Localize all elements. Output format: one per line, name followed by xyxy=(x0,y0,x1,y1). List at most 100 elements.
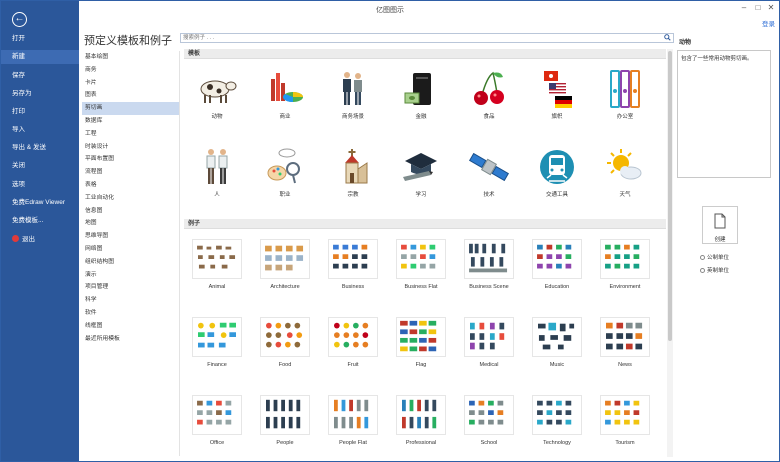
sidebar-item-save-as[interactable]: 另存为 xyxy=(1,87,79,101)
example-label: People xyxy=(276,440,294,446)
imperial-unit-radio[interactable]: 英制单位 xyxy=(700,266,729,274)
sidebar-item-new[interactable]: 新建 xyxy=(1,50,79,64)
gallery-scrollbar[interactable] xyxy=(667,49,673,457)
example-tile[interactable]: Finance xyxy=(184,317,250,368)
sun-cloud-icon xyxy=(607,149,642,180)
finance-thumbnail xyxy=(192,317,242,357)
example-tile[interactable]: Environment xyxy=(592,239,658,290)
example-tile[interactable]: Architecture xyxy=(252,239,318,290)
new-document-icon xyxy=(714,213,726,229)
finance-icon xyxy=(404,73,431,105)
category-item[interactable]: 科学 xyxy=(82,294,179,307)
back-arrow-icon[interactable]: ← xyxy=(12,12,27,27)
example-tile[interactable]: Business xyxy=(320,239,386,290)
example-tile[interactable]: Animal xyxy=(184,239,250,290)
category-item[interactable]: 地图 xyxy=(82,217,179,230)
category-item[interactable]: 最近所用模板 xyxy=(82,333,179,346)
category-item[interactable]: 网络图 xyxy=(82,243,179,256)
search-icon[interactable] xyxy=(664,34,671,41)
example-tile[interactable]: Office xyxy=(184,395,250,446)
login-link[interactable]: 登录 xyxy=(762,18,775,28)
template-tile[interactable]: 人 xyxy=(184,147,250,198)
scrollbar-thumb[interactable] xyxy=(668,51,672,341)
template-tile[interactable]: 交通工具 xyxy=(524,147,590,198)
category-item[interactable]: 图表 xyxy=(82,89,179,102)
example-tile[interactable]: School xyxy=(456,395,522,446)
sidebar-item-print[interactable]: 打印 xyxy=(1,105,79,119)
category-item[interactable]: 工业自动化 xyxy=(82,192,179,205)
sidebar-item-open[interactable]: 打开 xyxy=(1,32,79,46)
business-people-icon xyxy=(343,72,362,105)
category-item[interactable]: 卡片 xyxy=(82,77,179,90)
sidebar-item-edraw-viewer[interactable]: 免费Edraw Viewer xyxy=(1,196,79,210)
template-tile[interactable]: 食品 xyxy=(456,69,522,120)
example-label: Fruit xyxy=(347,362,359,368)
sidebar-item-free-templates[interactable]: 免费模板... xyxy=(1,214,79,228)
sidebar-item-exit[interactable]: 退出 xyxy=(1,233,79,247)
category-item[interactable]: 表格 xyxy=(82,179,179,192)
business-scene-thumbnail xyxy=(464,239,514,279)
career-tools-icon xyxy=(267,148,300,184)
create-button[interactable]: 创建 xyxy=(702,206,738,244)
template-tile[interactable]: 天气 xyxy=(592,147,658,198)
category-item[interactable]: 流程图 xyxy=(82,166,179,179)
category-item[interactable]: 软件 xyxy=(82,307,179,320)
example-label: Tourism xyxy=(615,440,635,446)
category-item[interactable]: 工程 xyxy=(82,128,179,141)
template-label: 办公室 xyxy=(616,114,634,120)
example-tile[interactable]: Business Scene xyxy=(456,239,522,290)
template-tile[interactable]: 商务场景 xyxy=(320,69,386,120)
example-tile[interactable]: Business Flat xyxy=(388,239,454,290)
sidebar-item-close[interactable]: 关闭 xyxy=(1,159,79,173)
template-tile[interactable]: 动物 xyxy=(184,69,250,120)
category-item[interactable]: 数据库 xyxy=(82,115,179,128)
example-tile[interactable]: Flag xyxy=(388,317,454,368)
example-tile[interactable]: Tourism xyxy=(592,395,658,446)
category-item[interactable]: 思维导图 xyxy=(82,230,179,243)
template-tile[interactable]: 学习 xyxy=(388,147,454,198)
template-tile[interactable]: 商业 xyxy=(252,69,318,120)
template-label: 金融 xyxy=(415,114,427,120)
example-tile[interactable]: News xyxy=(592,317,658,368)
example-tile[interactable]: Medical xyxy=(456,317,522,368)
example-tile[interactable]: Technology xyxy=(524,395,590,446)
sidebar-item-import[interactable]: 导入 xyxy=(1,123,79,137)
minimize-icon[interactable]: – xyxy=(738,3,750,13)
category-item[interactable]: 信息图 xyxy=(82,205,179,218)
sidebar-item-export-send[interactable]: 导出 & 发送 xyxy=(1,141,79,155)
example-tile[interactable]: Music xyxy=(524,317,590,368)
category-item[interactable]: 线框图 xyxy=(82,320,179,333)
close-icon[interactable]: ✕ xyxy=(765,3,777,13)
metric-unit-radio[interactable]: 公制单位 xyxy=(700,253,729,261)
template-tile[interactable]: 旗帜 xyxy=(524,69,590,120)
example-tile[interactable]: Food xyxy=(252,317,318,368)
example-tile[interactable]: Fruit xyxy=(320,317,386,368)
category-item-selected[interactable]: 剪切画 xyxy=(82,102,179,115)
maximize-icon[interactable]: □ xyxy=(752,3,764,13)
category-item[interactable]: 组织结构图 xyxy=(82,256,179,269)
example-tile[interactable]: People xyxy=(252,395,318,446)
category-item[interactable]: 时装设计 xyxy=(82,141,179,154)
category-item[interactable]: 演示 xyxy=(82,269,179,282)
search-box[interactable] xyxy=(180,33,674,43)
sidebar-item-options[interactable]: 选项 xyxy=(1,178,79,192)
example-tile[interactable]: Education xyxy=(524,239,590,290)
business-chart-icon xyxy=(271,73,303,102)
example-tile[interactable]: Professional xyxy=(388,395,454,446)
template-tile[interactable]: 办公室 xyxy=(592,69,658,120)
school-thumbnail xyxy=(464,395,514,435)
example-label: Finance xyxy=(207,362,227,368)
template-tile[interactable]: 金融 xyxy=(388,69,454,120)
fruit-thumbnail xyxy=(328,317,378,357)
template-tile[interactable]: 技术 xyxy=(456,147,522,198)
category-item[interactable]: 平面布置图 xyxy=(82,153,179,166)
template-tile[interactable]: 宗教 xyxy=(320,147,386,198)
sidebar-item-save[interactable]: 保存 xyxy=(1,69,79,83)
example-label: Professional xyxy=(405,440,437,446)
category-item[interactable]: 项目管理 xyxy=(82,281,179,294)
category-item[interactable]: 商务 xyxy=(82,64,179,77)
template-tile[interactable]: 职业 xyxy=(252,147,318,198)
search-input[interactable] xyxy=(181,34,651,42)
example-tile[interactable]: People Flat xyxy=(320,395,386,446)
category-item[interactable]: 基本绘图 xyxy=(82,51,179,64)
